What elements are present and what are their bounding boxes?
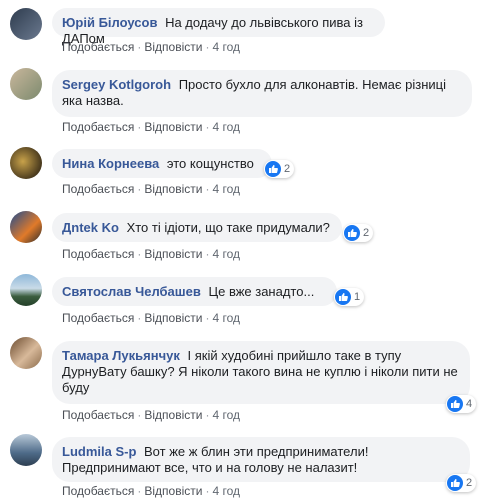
comment-author[interactable]: Святослав Челбашев bbox=[62, 284, 201, 299]
separator: · bbox=[137, 120, 142, 134]
separator: · bbox=[205, 408, 210, 422]
comment-bubble: Дntek Ko Хто ті ідіоти, що таке придумал… bbox=[52, 213, 342, 242]
reaction-count[interactable]: 2 bbox=[343, 224, 374, 242]
comment-bubble: Нина Корнеева это кощунство bbox=[52, 149, 272, 178]
like-link[interactable]: Подобається bbox=[62, 182, 134, 196]
comment-bubble: Sergey Kotlgoroh Просто бухло для алкона… bbox=[52, 70, 472, 117]
comment-time[interactable]: 4 год bbox=[212, 408, 240, 422]
separator: · bbox=[205, 40, 210, 54]
reply-link[interactable]: Відповісти bbox=[144, 484, 202, 498]
like-link[interactable]: Подобається bbox=[62, 40, 134, 54]
reply-link[interactable]: Відповісти bbox=[144, 182, 202, 196]
comment-actions: Подобається · Відповісти · 4 год bbox=[62, 182, 240, 196]
avatar[interactable] bbox=[10, 211, 42, 243]
avatar[interactable] bbox=[10, 68, 42, 100]
reaction-number: 1 bbox=[354, 291, 361, 303]
comment-actions: Подобається · Відповісти · 4 год bbox=[62, 484, 240, 498]
avatar[interactable] bbox=[10, 434, 42, 466]
comment-actions: Подобається · Відповісти · 4 год bbox=[62, 247, 240, 261]
thumbs-up-icon bbox=[447, 396, 463, 412]
comment-actions: Подобається · Відповісти · 4 год bbox=[62, 120, 240, 134]
separator: · bbox=[137, 182, 142, 196]
separator: · bbox=[205, 484, 210, 498]
like-link[interactable]: Подобається bbox=[62, 247, 134, 261]
reply-link[interactable]: Відповісти bbox=[144, 311, 202, 325]
avatar[interactable] bbox=[10, 337, 42, 369]
reaction-count[interactable]: 2 bbox=[446, 474, 477, 492]
separator: · bbox=[205, 120, 210, 134]
reaction-count[interactable]: 4 bbox=[446, 395, 477, 413]
comment-time[interactable]: 4 год bbox=[212, 182, 240, 196]
separator: · bbox=[137, 247, 142, 261]
reply-link[interactable]: Відповісти bbox=[144, 40, 202, 54]
comment-text: Хто ті ідіоти, що таке придумали? bbox=[126, 220, 330, 235]
comment-time[interactable]: 4 год bbox=[212, 40, 240, 54]
comment-bubble: Тамара Лукьянчук І якій худобині прийшло… bbox=[52, 341, 470, 404]
comment-author[interactable]: Нина Корнеева bbox=[62, 156, 159, 171]
comment-actions: Подобається · Відповісти · 4 год bbox=[62, 408, 240, 422]
like-link[interactable]: Подобається bbox=[62, 408, 134, 422]
reaction-count[interactable]: 1 bbox=[334, 288, 365, 306]
reaction-number: 2 bbox=[466, 477, 473, 489]
separator: · bbox=[205, 311, 210, 325]
thumbs-up-icon bbox=[447, 475, 463, 491]
separator: · bbox=[205, 247, 210, 261]
comment-bubble: Ludmila S-p Вот же ж блин эти предприним… bbox=[52, 437, 470, 482]
comment-author[interactable]: Юрій Білоусов bbox=[62, 15, 157, 30]
reaction-count[interactable]: 2 bbox=[264, 160, 295, 178]
like-link[interactable]: Подобається bbox=[62, 120, 134, 134]
separator: · bbox=[137, 408, 142, 422]
comment-author[interactable]: Ludmila S-p bbox=[62, 444, 136, 459]
like-link[interactable]: Подобається bbox=[62, 484, 134, 498]
comment-author[interactable]: Тамара Лукьянчук bbox=[62, 348, 180, 363]
comment-actions: Подобається · Відповісти · 4 год bbox=[62, 40, 240, 54]
comment-bubble: Святослав Челбашев Це вже занадто... bbox=[52, 277, 337, 306]
comment-time[interactable]: 4 год bbox=[212, 120, 240, 134]
comment-bubble: Юрій Білоусов На додачу до львівського п… bbox=[52, 8, 385, 46]
reaction-number: 4 bbox=[466, 398, 473, 410]
separator: · bbox=[137, 40, 142, 54]
comment-time[interactable]: 4 год bbox=[212, 311, 240, 325]
comment-time[interactable]: 4 год bbox=[212, 247, 240, 261]
separator: · bbox=[205, 182, 210, 196]
reply-link[interactable]: Відповісти bbox=[144, 247, 202, 261]
avatar[interactable] bbox=[10, 274, 42, 306]
comment-text: Це вже занадто... bbox=[208, 284, 315, 299]
comment-author[interactable]: Дntek Ko bbox=[62, 220, 119, 235]
avatar[interactable] bbox=[10, 8, 42, 40]
reaction-number: 2 bbox=[284, 163, 291, 175]
separator: · bbox=[137, 484, 142, 498]
reply-link[interactable]: Відповісти bbox=[144, 408, 202, 422]
comment-text: это кощунство bbox=[166, 156, 254, 171]
comment-time[interactable]: 4 год bbox=[212, 484, 240, 498]
comment-author[interactable]: Sergey Kotlgoroh bbox=[62, 77, 171, 92]
avatar[interactable] bbox=[10, 147, 42, 179]
thumbs-up-icon bbox=[335, 289, 351, 305]
reply-link[interactable]: Відповісти bbox=[144, 120, 202, 134]
like-link[interactable]: Подобається bbox=[62, 311, 134, 325]
reaction-number: 2 bbox=[363, 227, 370, 239]
separator: · bbox=[137, 311, 142, 325]
comment-actions: Подобається · Відповісти · 4 год bbox=[62, 311, 240, 325]
thumbs-up-icon bbox=[265, 161, 281, 177]
thumbs-up-icon bbox=[344, 225, 360, 241]
